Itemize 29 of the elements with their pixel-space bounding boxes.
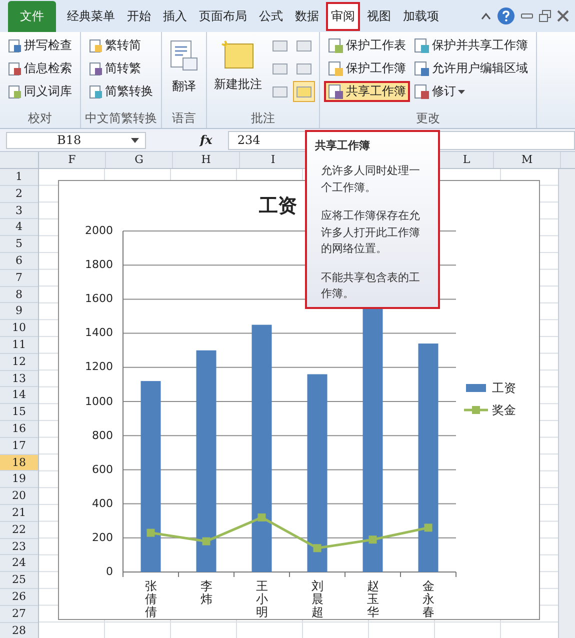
category-label: 王小明 bbox=[256, 580, 268, 620]
category-label: 刘晨超 bbox=[311, 580, 324, 620]
y-tick-label: 1600 bbox=[85, 291, 113, 308]
y-tick-label: 400 bbox=[92, 496, 113, 512]
y-tick-label: 800 bbox=[92, 428, 113, 444]
y-tick-label: 600 bbox=[92, 462, 113, 478]
category-label: 张倩倩 bbox=[144, 580, 157, 620]
tooltip-title: 共享工作簿 bbox=[315, 138, 371, 153]
legend-label: 工资 bbox=[492, 380, 516, 396]
group-label: 中文简繁转换 bbox=[84, 110, 158, 127]
y-tick-label: 1000 bbox=[85, 394, 113, 410]
group-label: 更改 bbox=[415, 110, 441, 127]
y-tick-label: 2000 bbox=[85, 223, 113, 239]
tooltip-text: 应将工作簿保存在允许多人打开此工作簿的网络位置。 bbox=[321, 208, 421, 257]
group-label: 校对 bbox=[27, 110, 53, 127]
chart-title: 工资 bbox=[259, 194, 297, 219]
legend-label: 奖金 bbox=[492, 402, 516, 418]
y-tick-label: 1800 bbox=[85, 257, 113, 274]
tooltip-text: 允许多人同时处理一个工作簿。 bbox=[321, 163, 421, 196]
y-tick-label: 1200 bbox=[85, 359, 113, 376]
category-label: 金永春 bbox=[422, 580, 434, 620]
y-tick-label: 1400 bbox=[85, 325, 113, 342]
group-label: 批注 bbox=[250, 110, 276, 127]
category-label: 李炜 bbox=[200, 580, 212, 606]
y-tick-label: 200 bbox=[92, 530, 113, 546]
tooltip-text: 不能共享包含表的工作簿。 bbox=[321, 270, 421, 302]
category-label: 赵玉华 bbox=[366, 580, 379, 620]
group-label: 语言 bbox=[171, 110, 197, 127]
y-tick-label: 0 bbox=[106, 564, 113, 580]
